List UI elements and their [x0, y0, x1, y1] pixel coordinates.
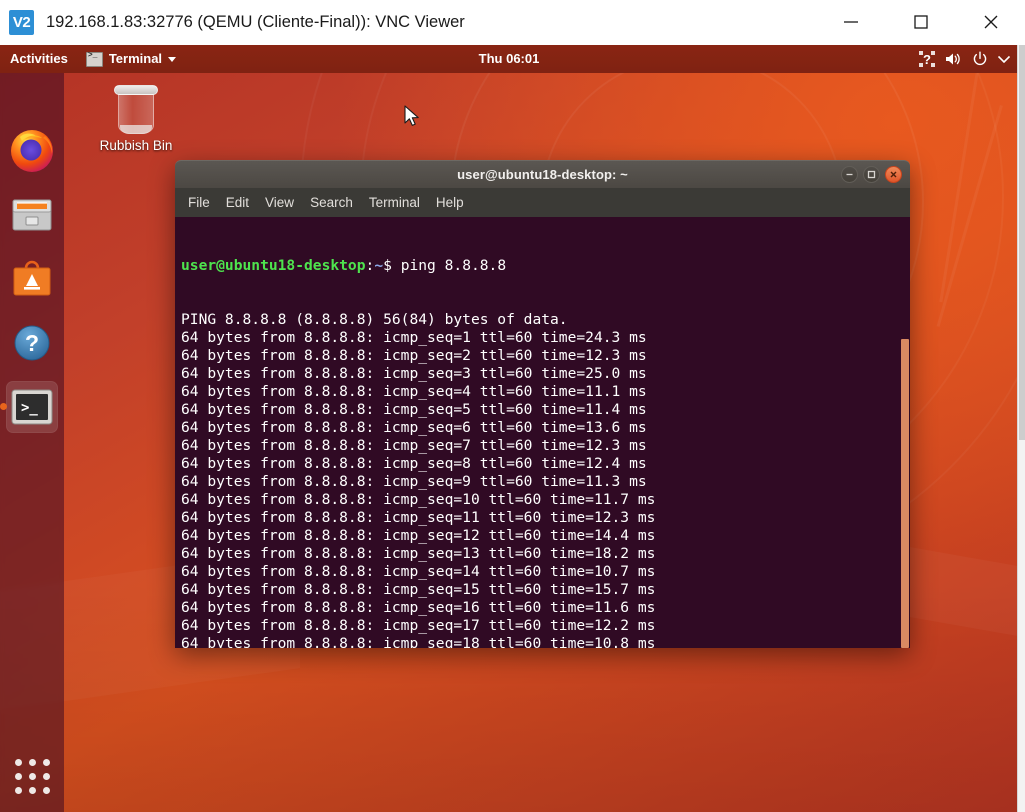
- maximize-icon: [867, 170, 876, 179]
- terminal-output-line: 64 bytes from 8.8.8.8: icmp_seq=13 ttl=6…: [181, 545, 910, 563]
- terminal-output-line: 64 bytes from 8.8.8.8: icmp_seq=3 ttl=60…: [181, 365, 910, 383]
- terminal-output-line: 64 bytes from 8.8.8.8: icmp_seq=16 ttl=6…: [181, 599, 910, 617]
- close-icon: [889, 170, 898, 179]
- app-menu-terminal[interactable]: Terminal: [78, 45, 184, 73]
- remote-desktop-viewport[interactable]: Activities Terminal Thu 06:01 ?: [0, 45, 1018, 812]
- terminal-menubar: File Edit View Search Terminal Help: [175, 188, 910, 217]
- close-icon: [982, 13, 1000, 31]
- dock-item-files[interactable]: [6, 189, 58, 241]
- terminal-icon: [86, 52, 103, 67]
- vnc-logo-icon: V2: [9, 10, 34, 35]
- desktop-icon-rubbish-bin[interactable]: Rubbish Bin: [88, 82, 184, 153]
- grid-dot: [15, 773, 22, 780]
- maximize-icon: [912, 13, 930, 31]
- activities-button[interactable]: Activities: [0, 45, 78, 73]
- terminal-window-title: user@ubuntu18-desktop: ~: [457, 167, 628, 182]
- volume-icon[interactable]: [945, 51, 962, 67]
- power-icon[interactable]: [972, 51, 988, 67]
- terminal-output-area[interactable]: user@ubuntu18-desktop:~$ ping 8.8.8.8 PI…: [175, 217, 910, 648]
- grid-dot: [29, 759, 36, 766]
- show-applications-button[interactable]: [10, 754, 54, 798]
- chevron-down-icon: [168, 57, 176, 62]
- menu-help[interactable]: Help: [436, 195, 464, 210]
- grid-dot: [43, 759, 50, 766]
- gnome-top-bar: Activities Terminal Thu 06:01 ?: [0, 45, 1018, 73]
- menu-terminal[interactable]: Terminal: [369, 195, 420, 210]
- grid-dot: [43, 773, 50, 780]
- dock-item-ubuntu-software[interactable]: [6, 253, 58, 305]
- desktop-icon-label: Rubbish Bin: [88, 138, 184, 153]
- grid-dot: [43, 787, 50, 794]
- terminal-minimize-button[interactable]: [841, 166, 858, 183]
- vnc-scrollbar-thumb[interactable]: [1019, 45, 1025, 440]
- keyboard-input-icon[interactable]: ?: [919, 51, 935, 67]
- terminal-output-line: 64 bytes from 8.8.8.8: icmp_seq=8 ttl=60…: [181, 455, 910, 473]
- terminal-window[interactable]: user@ubuntu18-desktop: ~: [175, 160, 910, 647]
- terminal-output-line: 64 bytes from 8.8.8.8: icmp_seq=10 ttl=6…: [181, 491, 910, 509]
- terminal-text: user@ubuntu18-desktop:~$ ping 8.8.8.8 PI…: [179, 221, 910, 648]
- prompt-separator: :: [366, 257, 375, 274]
- terminal-output-line: 64 bytes from 8.8.8.8: icmp_seq=12 ttl=6…: [181, 527, 910, 545]
- firefox-icon: [9, 128, 55, 174]
- terminal-close-button[interactable]: [885, 166, 902, 183]
- terminal-window-controls: [841, 161, 902, 188]
- system-tray: ?: [919, 45, 1010, 73]
- terminal-output-line: 64 bytes from 8.8.8.8: icmp_seq=6 ttl=60…: [181, 419, 910, 437]
- vnc-vertical-scrollbar[interactable]: [1017, 45, 1025, 812]
- menu-file[interactable]: File: [188, 195, 210, 210]
- dock-item-terminal[interactable]: >_: [6, 381, 58, 433]
- files-icon: [10, 193, 54, 237]
- terminal-output-line: 64 bytes from 8.8.8.8: icmp_seq=7 ttl=60…: [181, 437, 910, 455]
- help-icon: ?: [10, 321, 54, 365]
- dock-item-help[interactable]: ?: [6, 317, 58, 369]
- dock-item-firefox[interactable]: [6, 125, 58, 177]
- svg-text:?: ?: [923, 52, 931, 67]
- terminal-output-line: 64 bytes from 8.8.8.8: icmp_seq=11 ttl=6…: [181, 509, 910, 527]
- terminal-output-line: PING 8.8.8.8 (8.8.8.8) 56(84) bytes of d…: [181, 311, 910, 329]
- vnc-titlebar: V2 192.168.1.83:32776 (QEMU (Cliente-Fin…: [0, 0, 1025, 46]
- terminal-output-lines: PING 8.8.8.8 (8.8.8.8) 56(84) bytes of d…: [181, 311, 910, 648]
- ubuntu-software-icon: [10, 257, 54, 301]
- menu-search[interactable]: Search: [310, 195, 353, 210]
- svg-text:>_: >_: [21, 400, 38, 416]
- terminal-scrollbar[interactable]: [899, 217, 910, 648]
- ubuntu-dock: ? >_: [0, 73, 64, 812]
- grid-dot: [15, 759, 22, 766]
- prompt-sigil: $: [383, 257, 392, 274]
- vnc-viewer-window: V2 192.168.1.83:32776 (QEMU (Cliente-Fin…: [0, 0, 1025, 812]
- terminal-output-line: 64 bytes from 8.8.8.8: icmp_seq=14 ttl=6…: [181, 563, 910, 581]
- grid-dot: [15, 787, 22, 794]
- vnc-close-button[interactable]: [965, 0, 1017, 44]
- terminal-titlebar[interactable]: user@ubuntu18-desktop: ~: [175, 160, 910, 188]
- vnc-maximize-button[interactable]: [895, 0, 947, 44]
- minimize-icon: [845, 170, 854, 179]
- app-menu-label: Terminal: [109, 45, 162, 73]
- prompt-path: ~: [374, 257, 383, 274]
- grid-dot: [29, 773, 36, 780]
- vnc-window-title: 192.168.1.83:32776 (QEMU (Cliente-Final)…: [46, 13, 465, 32]
- terminal-maximize-button[interactable]: [863, 166, 880, 183]
- terminal-icon: >_: [11, 389, 53, 425]
- terminal-prompt-line: user@ubuntu18-desktop:~$ ping 8.8.8.8: [181, 257, 910, 275]
- terminal-output-line: 64 bytes from 8.8.8.8: icmp_seq=17 ttl=6…: [181, 617, 910, 635]
- terminal-output-line: 64 bytes from 8.8.8.8: icmp_seq=1 ttl=60…: [181, 329, 910, 347]
- prompt-user-host: user@ubuntu18-desktop: [181, 257, 366, 274]
- grid-dot: [29, 787, 36, 794]
- minimize-icon: [842, 13, 860, 31]
- terminal-output-line: 64 bytes from 8.8.8.8: icmp_seq=18 ttl=6…: [181, 635, 910, 648]
- terminal-output-line: 64 bytes from 8.8.8.8: icmp_seq=15 ttl=6…: [181, 581, 910, 599]
- rubbish-bin-icon: [113, 82, 159, 134]
- terminal-output-line: 64 bytes from 8.8.8.8: icmp_seq=9 ttl=60…: [181, 473, 910, 491]
- vnc-minimize-button[interactable]: [825, 0, 877, 44]
- terminal-output-line: 64 bytes from 8.8.8.8: icmp_seq=5 ttl=60…: [181, 401, 910, 419]
- menu-view[interactable]: View: [265, 195, 294, 210]
- terminal-scrollbar-thumb[interactable]: [901, 339, 909, 648]
- menu-edit[interactable]: Edit: [226, 195, 249, 210]
- terminal-command: ping 8.8.8.8: [392, 257, 506, 274]
- svg-text:?: ?: [25, 330, 39, 356]
- chevron-down-icon[interactable]: [998, 55, 1010, 63]
- terminal-output-line: 64 bytes from 8.8.8.8: icmp_seq=2 ttl=60…: [181, 347, 910, 365]
- terminal-output-line: 64 bytes from 8.8.8.8: icmp_seq=4 ttl=60…: [181, 383, 910, 401]
